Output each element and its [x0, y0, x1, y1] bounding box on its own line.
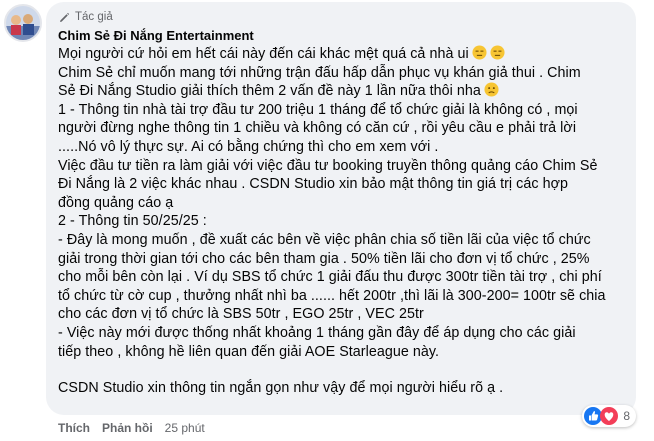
comment-line: 1 - Thông tin nhà tài trợ đầu tư 200 tri…	[58, 101, 578, 118]
comment-bubble: Tác giả Chim Sẻ Đi Nắng Entertainment Mọ…	[46, 2, 636, 415]
author-badge-label: Tác giả	[75, 11, 113, 23]
comment-line: Đi Nắng là 2 việc khác nhau . CSDN Studi…	[58, 176, 569, 193]
author-name[interactable]: Chim Sẻ Đi Nắng Entertainment	[58, 28, 624, 44]
comment-line: - Việc này mới được thống nhất khoảng 1 …	[58, 324, 576, 341]
reply-button[interactable]: Phản hồi	[102, 421, 153, 435]
comment-line: .....Nó vô lý thực sự. Ai có bằng chứng …	[58, 138, 439, 155]
love-icon	[600, 407, 619, 425]
avatar-image	[6, 6, 40, 40]
comment-text: Mọi người cứ hỏi em hết cái này đến cái …	[58, 45, 624, 398]
comment-line: - Đây là mong muốn , đề xuất các bên về …	[58, 231, 591, 248]
author-badge: Tác giả	[58, 9, 624, 25]
comment-line: Mọi người cứ hỏi em hết cái này đến cái …	[58, 45, 624, 64]
comment-line: người đừng nghe thông tin 1 chiều và khô…	[58, 120, 577, 137]
comment-line: tiếp theo , không hề liên quan đến giải …	[58, 343, 440, 360]
comment-line: 2 - Thông tin 50/25/25 :	[58, 213, 207, 230]
comment-actions: Thích Phản hồi 25 phút	[58, 421, 205, 435]
comment-blank-line	[58, 361, 624, 379]
comment-line: Chim Sẻ chỉ muốn mang tới những trận đấu…	[58, 64, 581, 81]
comment-line: cho các đơn vị tổ chức là SBS 50tr , EGO…	[58, 306, 424, 323]
like-button[interactable]: Thích	[58, 421, 90, 435]
avatar[interactable]	[4, 4, 42, 42]
timestamp[interactable]: 25 phút	[165, 421, 205, 435]
expressionless-face-icon	[472, 45, 487, 60]
comment-line: cho mỗi bên còn lại . Ví dụ SBS tổ chức …	[58, 269, 602, 286]
comment-line: CSDN Studio xin thông tin ngắn gọn như v…	[58, 380, 504, 397]
pen-icon	[60, 12, 70, 22]
comment-line: Việc đầu tư tiền ra làm giải với việc đầ…	[58, 157, 598, 174]
comment-line: giải trong thời gian tới cho các bên tha…	[58, 250, 590, 267]
slightly-frowning-face-icon	[484, 82, 499, 97]
expressionless-face-icon	[490, 45, 505, 60]
comment-line: tổ chức từ cờ cup , thưởng nhất nhì ba .…	[58, 287, 606, 304]
reaction-count: 8	[623, 409, 630, 423]
reaction-summary[interactable]: 8	[582, 405, 636, 427]
comment-line: đồng quảng cáo ạ	[58, 194, 174, 211]
comment-line: Sẻ Đi Nắng Studio giải thích thêm 2 vấn …	[58, 82, 624, 101]
